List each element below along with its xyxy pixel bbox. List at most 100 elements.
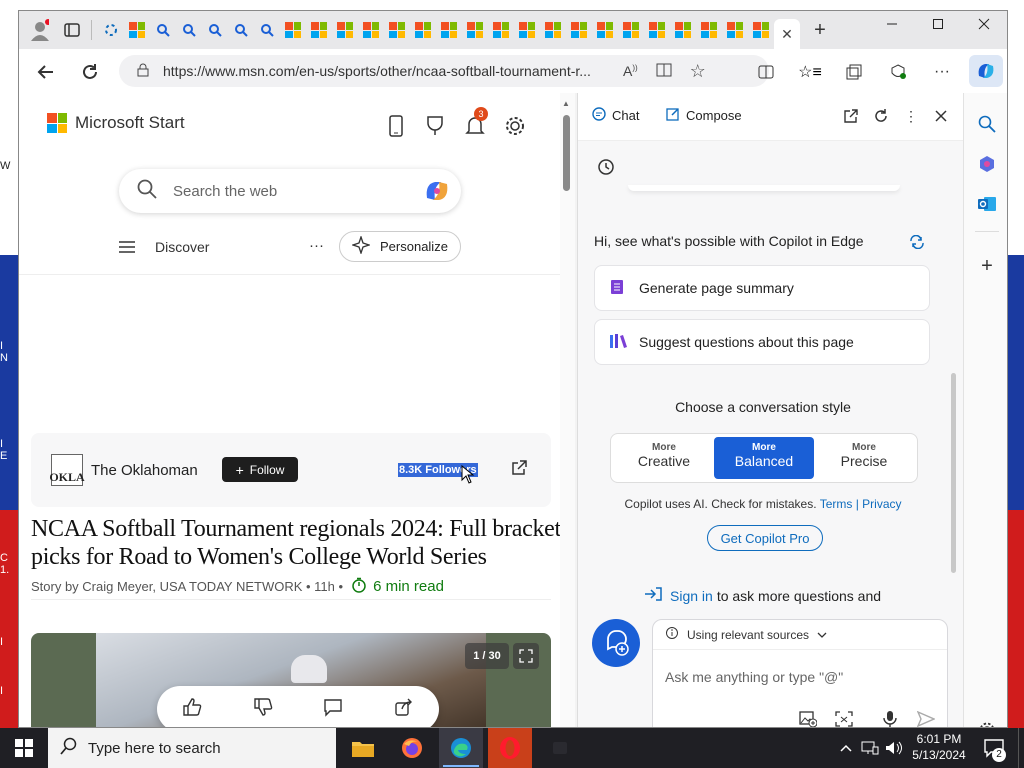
- tab-favicon-search-icon[interactable]: [205, 20, 225, 40]
- add-image-icon[interactable]: [797, 708, 819, 727]
- style-precise[interactable]: More Precise: [814, 437, 914, 479]
- settings-gear-icon[interactable]: [503, 113, 527, 139]
- tab-favicon-msn-icon[interactable]: [127, 20, 147, 40]
- new-topic-button[interactable]: [592, 619, 640, 667]
- tab-favicon-msn-icon[interactable]: [621, 20, 641, 40]
- follow-button[interactable]: + Follow: [222, 457, 298, 482]
- close-copilot-icon[interactable]: [932, 107, 950, 125]
- tab-actions-icon[interactable]: [62, 20, 82, 40]
- screenshot-icon[interactable]: [833, 708, 855, 727]
- tab-favicon-search-icon[interactable]: [179, 20, 199, 40]
- comment-icon[interactable]: [323, 697, 343, 722]
- sidebar-search-icon[interactable]: [976, 113, 998, 135]
- personalize-button[interactable]: Personalize: [339, 231, 461, 262]
- tab-favicon-msn-icon[interactable]: [491, 20, 511, 40]
- scrollbar-thumb[interactable]: [563, 115, 570, 191]
- opera-icon[interactable]: [488, 728, 532, 768]
- tab-favicon-search-icon[interactable]: [153, 20, 173, 40]
- tab-favicon-search-icon[interactable]: [257, 20, 277, 40]
- tab-favicon-search-icon[interactable]: [231, 20, 251, 40]
- mobile-app-icon[interactable]: [385, 113, 407, 139]
- minimize-icon[interactable]: [869, 17, 915, 35]
- fullscreen-icon[interactable]: [513, 643, 539, 669]
- firefox-icon[interactable]: [392, 728, 432, 768]
- chat-input-placeholder[interactable]: Ask me anything or type "@": [665, 669, 843, 685]
- tab-favicon-loading-icon[interactable]: [101, 20, 121, 40]
- publisher-name[interactable]: The Oklahoman: [91, 462, 198, 479]
- show-desktop-button[interactable]: [1018, 728, 1024, 768]
- back-icon[interactable]: [33, 59, 59, 85]
- close-tab-icon[interactable]: ✕: [781, 26, 793, 43]
- edge-taskbar-icon[interactable]: [439, 728, 483, 768]
- url-text[interactable]: https://www.msn.com/en-us/sports/other/n…: [163, 63, 613, 79]
- tab-favicon-msn-icon[interactable]: [725, 20, 745, 40]
- immersive-reader-icon[interactable]: [656, 62, 672, 81]
- privacy-link[interactable]: Privacy: [862, 497, 901, 511]
- sidebar-tools-icon[interactable]: [976, 153, 998, 175]
- collections-icon[interactable]: [843, 61, 865, 83]
- sign-in-link[interactable]: Sign in: [670, 588, 713, 604]
- start-windows-icon[interactable]: [0, 728, 48, 768]
- tab-favicon-msn-icon[interactable]: [543, 20, 563, 40]
- sidebar-settings-icon[interactable]: [976, 719, 998, 727]
- suggestion-page-summary[interactable]: Generate page summary: [594, 265, 930, 311]
- tab-favicon-msn-icon[interactable]: [751, 20, 771, 40]
- copilot-more-icon[interactable]: ⋮: [902, 107, 920, 125]
- sources-toggle[interactable]: Using relevant sources: [653, 620, 947, 650]
- tab-favicon-msn-icon[interactable]: [283, 20, 303, 40]
- volume-icon[interactable]: [884, 740, 904, 756]
- tab-favicon-msn-icon[interactable]: [465, 20, 485, 40]
- tab-compose[interactable]: Compose: [666, 107, 742, 124]
- thumbs-up-icon[interactable]: [182, 697, 202, 722]
- copilot-search-icon[interactable]: [423, 178, 451, 209]
- tab-favicon-msn-icon[interactable]: [569, 20, 589, 40]
- new-tab-icon[interactable]: +: [810, 19, 830, 41]
- profile-avatar-icon[interactable]: [29, 19, 49, 41]
- taskbar-app-icon[interactable]: [540, 728, 580, 768]
- menu-hamburger-icon[interactable]: [117, 237, 137, 257]
- address-bar[interactable]: https://www.msn.com/en-us/sports/other/n…: [119, 55, 769, 87]
- tab-favicon-msn-icon[interactable]: [309, 20, 329, 40]
- refresh-chat-icon[interactable]: [872, 107, 890, 125]
- network-icon[interactable]: [860, 740, 880, 756]
- tab-favicon-msn-icon[interactable]: [413, 20, 433, 40]
- copilot-toolbar-icon[interactable]: [969, 55, 1003, 87]
- tab-favicon-msn-icon[interactable]: [439, 20, 459, 40]
- tab-chat[interactable]: Chat: [592, 107, 639, 124]
- sidebar-add-icon[interactable]: +: [976, 255, 998, 277]
- lock-icon[interactable]: [137, 63, 149, 80]
- more-options-icon[interactable]: ···: [931, 61, 953, 83]
- tab-favicon-msn-icon[interactable]: [361, 20, 381, 40]
- page-scrollbar[interactable]: ▲: [560, 93, 575, 727]
- discover-link[interactable]: Discover: [155, 239, 209, 255]
- microsoft-start-logo[interactable]: Microsoft Start: [47, 113, 185, 133]
- more-button[interactable]: ···: [309, 237, 324, 254]
- share-external-icon[interactable]: [511, 460, 527, 481]
- close-window-icon[interactable]: [961, 17, 1007, 35]
- tab-favicon-msn-icon[interactable]: [595, 20, 615, 40]
- file-explorer-icon[interactable]: [343, 728, 383, 768]
- scroll-up-icon[interactable]: ▲: [562, 99, 570, 108]
- taskbar-search-box[interactable]: Type here to search: [48, 728, 336, 768]
- tab-favicon-msn-icon[interactable]: [699, 20, 719, 40]
- tab-favicon-msn-icon[interactable]: [387, 20, 407, 40]
- open-in-new-tab-icon[interactable]: [842, 107, 860, 125]
- rewards-trophy-icon[interactable]: [423, 113, 447, 139]
- suggestion-questions[interactable]: Suggest questions about this page: [594, 319, 930, 365]
- favorite-star-icon[interactable]: ☆: [690, 61, 706, 82]
- tab-favicon-msn-icon[interactable]: [647, 20, 667, 40]
- refresh-icon[interactable]: [77, 59, 103, 85]
- get-copilot-pro-button[interactable]: Get Copilot Pro: [707, 525, 823, 551]
- tab-favicon-msn-icon[interactable]: [517, 20, 537, 40]
- terms-link[interactable]: Terms: [820, 497, 853, 511]
- tab-favicon-msn-icon[interactable]: [673, 20, 693, 40]
- share-icon[interactable]: [394, 697, 414, 722]
- publisher-logo[interactable]: OKLA: [49, 454, 85, 486]
- tab-favicon-msn-icon[interactable]: [335, 20, 355, 40]
- chevron-up-icon[interactable]: [838, 740, 854, 756]
- history-icon[interactable]: [596, 157, 616, 177]
- web-search-box[interactable]: Search the web: [119, 169, 461, 213]
- maximize-icon[interactable]: [915, 17, 961, 35]
- microphone-icon[interactable]: [879, 708, 901, 727]
- sidebar-outlook-icon[interactable]: [976, 193, 998, 215]
